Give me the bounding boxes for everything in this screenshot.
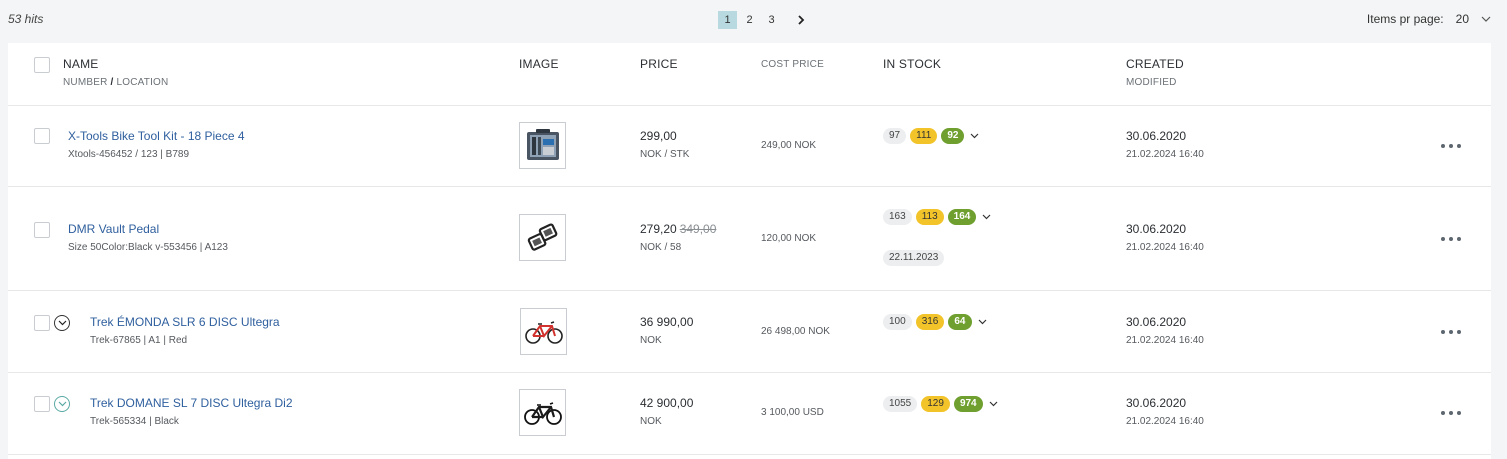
table-row[interactable]: DMR Vault Pedal Size 50Color:Black v-553… [8, 187, 1491, 291]
product-price: 42 900,00 [640, 396, 693, 410]
modified-date: 21.02.2024 16:40 [1126, 242, 1204, 253]
stock-badge-available: 974 [953, 396, 983, 412]
page-2-button[interactable]: 2 [740, 11, 759, 29]
price-unit: NOK / STK [640, 149, 690, 160]
table-header: NAME NUMBER / LOCATION IMAGE PRICE COST … [8, 43, 1491, 106]
column-image: IMAGE [519, 57, 559, 71]
column-cost-price[interactable]: COST PRICE [761, 59, 824, 70]
price-value: 299,00 [640, 129, 677, 143]
stock-badge-available: 164 [947, 209, 977, 225]
product-name-link[interactable]: Trek ÉMONDA SLR 6 DISC Ultegra [90, 315, 280, 329]
stock-badge-reserved: 111 [910, 128, 938, 144]
product-name-link[interactable]: DMR Vault Pedal [68, 222, 159, 236]
stock-badge-reserved: 113 [915, 209, 944, 225]
price-value: 279,20 [640, 222, 677, 236]
row-checkbox[interactable] [34, 128, 50, 144]
row-checkbox[interactable] [34, 315, 50, 331]
column-created[interactable]: CREATED [1126, 57, 1184, 71]
product-price: 299,00 [640, 129, 677, 143]
chevron-down-icon[interactable] [982, 212, 992, 222]
stock-levels: 1055 129 974 [883, 396, 999, 412]
column-price[interactable]: PRICE [640, 57, 678, 71]
more-actions-icon[interactable] [1441, 237, 1461, 243]
cost-price: 3 100,00 USD [761, 407, 824, 418]
page-3-button[interactable]: 3 [762, 11, 781, 29]
more-actions-icon[interactable] [1441, 411, 1461, 417]
stock-badge-reserved: 129 [921, 396, 950, 412]
column-number: NUMBER [63, 77, 108, 88]
cost-price: 249,00 NOK [761, 140, 817, 151]
modified-date: 21.02.2024 16:40 [1126, 335, 1204, 346]
stock-badge-available: 92 [941, 128, 965, 144]
price-unit: NOK [640, 335, 662, 346]
stock-badge-available: 64 [948, 314, 972, 330]
stock-badge-total: 1055 [883, 396, 918, 412]
column-number-location[interactable]: NUMBER / LOCATION [63, 77, 168, 88]
chevron-down-icon[interactable] [978, 317, 988, 327]
stock-badge-total: 163 [883, 209, 912, 225]
created-date: 30.06.2020 [1126, 396, 1187, 410]
toolkit-icon[interactable] [519, 122, 566, 169]
stock-badge-total: 97 [883, 128, 907, 144]
cost-price: 120,00 NOK [761, 233, 817, 244]
hits-count: 53 hits [8, 12, 44, 26]
product-name-link[interactable]: X-Tools Bike Tool Kit - 18 Piece 4 [68, 129, 245, 143]
price-unit: NOK [640, 416, 662, 427]
black-bike-icon[interactable] [519, 389, 566, 436]
table-row[interactable]: Trek ÉMONDA SLR 6 DISC Ultegra Trek-6786… [8, 291, 1491, 373]
column-location: LOCATION [116, 77, 169, 88]
stock-badge-total: 100 [883, 314, 912, 330]
next-page-icon[interactable] [794, 11, 808, 29]
more-actions-icon[interactable] [1441, 144, 1461, 150]
row-checkbox[interactable] [34, 222, 50, 238]
table-row[interactable]: X-Tools Bike Tool Kit - 18 Piece 4 Xtool… [8, 106, 1491, 187]
price-unit: NOK / 58 [640, 242, 682, 253]
more-actions-icon[interactable] [1441, 330, 1461, 336]
created-date: 30.06.2020 [1126, 222, 1187, 236]
created-date: 30.06.2020 [1126, 129, 1187, 143]
stock-levels: 163 113 164 [883, 209, 992, 225]
expand-variants-icon[interactable] [54, 315, 70, 331]
product-meta: Size 50Color:Black v-553456 | A123 [68, 242, 228, 253]
pagination: 1 2 3 [718, 11, 808, 29]
row-checkbox[interactable] [34, 396, 50, 412]
column-name[interactable]: NAME [63, 57, 98, 71]
created-date: 30.06.2020 [1126, 315, 1187, 329]
price-value: 42 900,00 [640, 396, 694, 410]
modified-date: 21.02.2024 16:40 [1126, 149, 1204, 160]
stock-levels: 100 316 64 [883, 314, 988, 330]
items-per-page-select[interactable]: 20 [1456, 12, 1469, 26]
original-price: 349,00 [679, 222, 717, 236]
red-bike-icon[interactable] [520, 308, 567, 355]
price-value: 36 990,00 [640, 315, 694, 329]
table-row[interactable]: Trek DOMANE SL 7 DISC Ultegra Di2 Trek-5… [8, 373, 1491, 455]
page-1-button[interactable]: 1 [718, 11, 737, 29]
product-meta: Trek-565334 | Black [90, 416, 179, 427]
product-meta: Trek-67865 | A1 | Red [90, 335, 188, 346]
cost-price: 26 498,00 NOK [761, 326, 830, 337]
items-per-page-label: Items pr page: [1366, 12, 1444, 26]
pedal-icon[interactable] [519, 214, 566, 261]
chevron-down-icon[interactable] [970, 131, 980, 141]
select-all-checkbox[interactable] [34, 57, 50, 73]
product-price: 36 990,00 [640, 315, 693, 329]
modified-date: 21.02.2024 16:40 [1126, 416, 1204, 427]
items-per-page: Items pr page: 20 [1367, 12, 1491, 26]
expand-variants-icon[interactable] [54, 396, 70, 412]
stock-badge-reserved: 316 [915, 314, 945, 330]
product-price: 279,20 349,00 [640, 222, 716, 236]
stock-levels: 97 111 92 [883, 128, 980, 144]
chevron-down-icon[interactable] [989, 399, 999, 409]
product-table: NAME NUMBER / LOCATION IMAGE PRICE COST … [8, 43, 1491, 459]
column-in-stock[interactable]: IN STOCK [883, 57, 941, 71]
product-name-link[interactable]: Trek DOMANE SL 7 DISC Ultegra Di2 [90, 396, 293, 410]
results-toolbar: 53 hits 1 2 3 Items pr page: 20 [0, 0, 1507, 40]
column-modified[interactable]: MODIFIED [1126, 77, 1177, 88]
stock-date-badge: 22.11.2023 [883, 250, 945, 266]
product-meta: Xtools-456452 / 123 | B789 [68, 149, 190, 160]
chevron-down-icon[interactable] [1481, 16, 1491, 23]
